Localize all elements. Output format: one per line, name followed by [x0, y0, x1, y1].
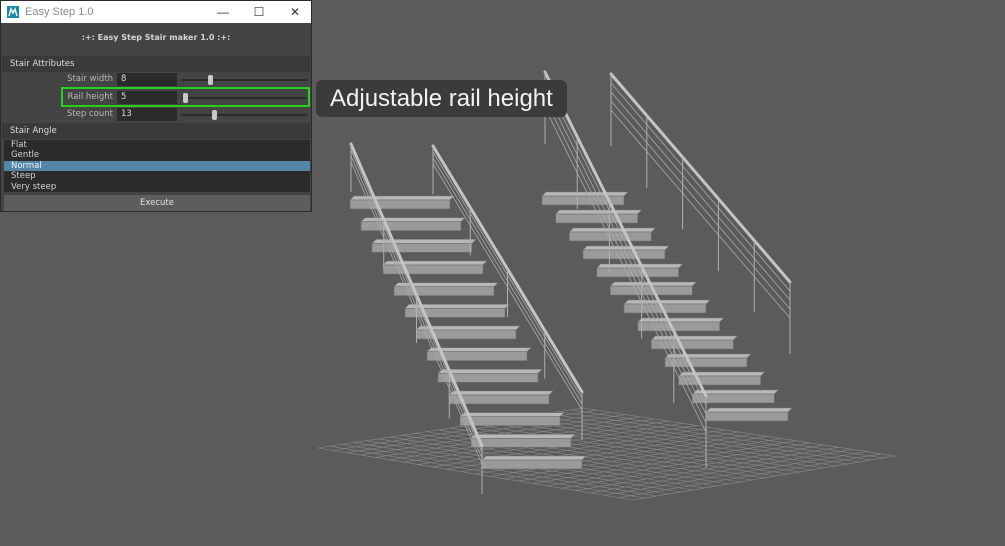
window-title: Easy Step 1.0 [25, 6, 94, 18]
rail-cable [610, 100, 791, 310]
stair-step-top [568, 227, 657, 233]
minimize-button[interactable]: — [205, 1, 241, 23]
stair-width-slider-thumb[interactable] [207, 75, 213, 85]
stair-step [651, 339, 734, 350]
stair-step [470, 438, 572, 448]
execute-button[interactable]: Execute [4, 195, 310, 211]
stair-step-top [437, 369, 543, 374]
stair-width-row: Stair width 8 [1, 72, 311, 88]
stair-width-slider[interactable] [181, 79, 307, 81]
grid-line [547, 442, 810, 487]
stair-models [349, 70, 793, 494]
stair-width-label: Stair width [67, 74, 113, 84]
stair-step-top [609, 281, 698, 287]
angle-option-normal[interactable]: Normal [4, 160, 310, 172]
stair-step [555, 213, 638, 224]
stair-step [705, 411, 789, 422]
stair-step-top [554, 209, 643, 215]
stair-step-top [541, 191, 629, 197]
stair-step [637, 321, 720, 332]
tool-header: :+: Easy Step Stair maker 1.0 :+: [1, 23, 311, 53]
step-count-field[interactable]: 13 [117, 108, 177, 121]
stair-step [360, 221, 462, 231]
stair-step-top [582, 245, 670, 251]
step-count-slider[interactable] [181, 114, 307, 116]
stair-step-top [470, 434, 576, 439]
maya-app-icon [7, 6, 19, 18]
close-button[interactable]: ✕ [277, 1, 313, 23]
stair-step [481, 459, 583, 470]
stair-angle-list[interactable]: Flat Gentle Normal Steep Very steep [4, 140, 310, 192]
stair-step-top [459, 412, 565, 417]
stair-step-top [481, 455, 587, 461]
stair-step-top [426, 347, 532, 352]
stair-step-top [382, 260, 488, 266]
section-stair-attributes[interactable]: Stair Attributes [2, 56, 310, 72]
step-count-label: Step count [66, 109, 113, 119]
maximize-button[interactable]: ☐ [241, 1, 277, 23]
stair-width-field[interactable]: 8 [117, 73, 177, 86]
title-bar[interactable]: Easy Step 1.0 — ☐ ✕ [1, 1, 311, 23]
stair-step [393, 286, 495, 296]
step-count-slider-thumb[interactable] [212, 110, 218, 120]
angle-option-steep[interactable]: Steep [4, 171, 310, 181]
step-count-row: Step count 13 [1, 107, 311, 123]
stair-step [349, 199, 451, 210]
rail-cable [544, 80, 707, 406]
rail-cable [544, 89, 707, 415]
rail-cable [544, 98, 707, 424]
angle-option-flat[interactable]: Flat [4, 140, 310, 150]
section-stair-angle[interactable]: Stair Angle [2, 123, 310, 139]
angle-option-gentle[interactable]: Gentle [4, 150, 310, 160]
stair-step-top [448, 390, 554, 396]
stair-step-top [623, 299, 711, 305]
stair-step [459, 416, 561, 426]
stair-step-top [705, 407, 793, 413]
angle-option-very-steep[interactable]: Very steep [4, 182, 310, 192]
rail-height-callout: Adjustable rail height [316, 80, 567, 117]
ground-grid [317, 407, 896, 501]
rail-height-highlight [61, 87, 310, 107]
